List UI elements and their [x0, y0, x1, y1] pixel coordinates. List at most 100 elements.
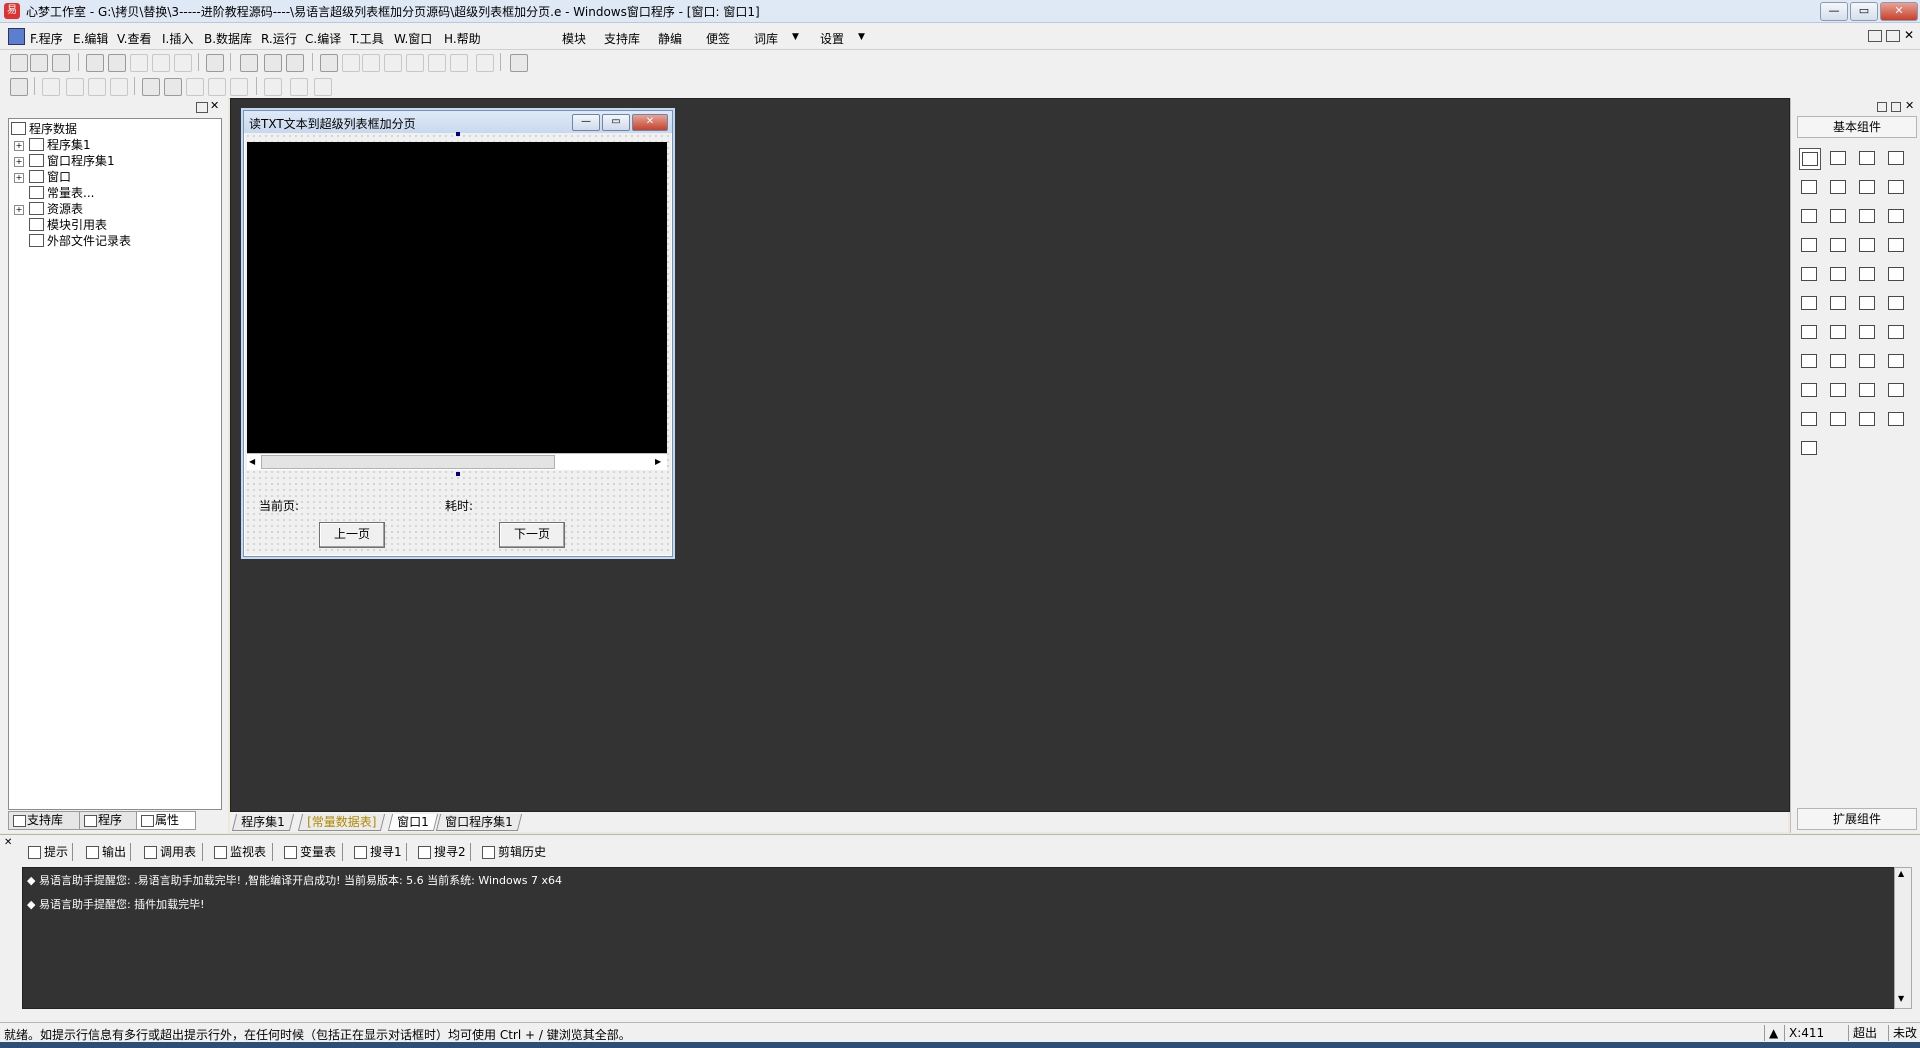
menu-window[interactable]: W.窗口: [394, 30, 432, 47]
tree-item-constants[interactable]: 常量表...: [29, 185, 94, 201]
tree-item-assembly[interactable]: 程序集1: [29, 137, 91, 153]
tree-item-external-files[interactable]: 外部文件记录表: [29, 233, 131, 249]
shape-icon[interactable]: [1886, 148, 1906, 168]
align-left-icon[interactable]: [42, 78, 60, 96]
redo-icon[interactable]: [152, 54, 170, 72]
scroll-icon[interactable]: [1886, 235, 1906, 255]
db-a-icon[interactable]: [1799, 409, 1819, 429]
form-title-bar[interactable]: 读TXT文本到超级列表框加分页 — ▭ ✕: [244, 111, 672, 133]
tab-window1[interactable]: 窗口1: [387, 814, 438, 831]
calendar-icon[interactable]: [1799, 293, 1819, 313]
align-top-icon[interactable]: [88, 78, 106, 96]
edit-box-icon[interactable]: [1799, 177, 1819, 197]
menu-settings[interactable]: 设置: [820, 30, 844, 47]
resize-handle[interactable]: [456, 132, 460, 136]
layout-icon[interactable]: [1886, 380, 1906, 400]
close-button[interactable]: ✕: [1880, 2, 1918, 21]
listbox-icon[interactable]: [1857, 206, 1877, 226]
menu-icon[interactable]: [1857, 293, 1877, 313]
menu-database[interactable]: B.数据库: [204, 30, 252, 47]
net-a-icon[interactable]: [1857, 351, 1877, 371]
chevron-down-icon[interactable]: ▼: [792, 32, 799, 42]
combo-icon[interactable]: [1886, 206, 1906, 226]
chevron-down-icon[interactable]: ▼: [858, 32, 865, 42]
helper-icon[interactable]: [510, 54, 528, 72]
mdi-close-icon[interactable]: ✕: [1904, 28, 1914, 42]
same-size-icon[interactable]: [230, 78, 248, 96]
form-maximize-icon[interactable]: ▭: [602, 114, 630, 131]
run-icon[interactable]: [320, 54, 338, 72]
step-out-icon[interactable]: [428, 54, 446, 72]
new-file-icon[interactable]: [10, 54, 28, 72]
menu-module[interactable]: 模块: [562, 30, 586, 47]
tab-watch[interactable]: 监视表: [210, 843, 273, 861]
undo-icon[interactable]: [174, 54, 192, 72]
picture-icon[interactable]: [1857, 148, 1877, 168]
chart-icon[interactable]: [1857, 409, 1877, 429]
panel-restore-icon[interactable]: [1891, 102, 1901, 112]
image-list-icon[interactable]: [1799, 322, 1819, 342]
tab-tips[interactable]: 提示: [24, 843, 73, 861]
scroll-up-icon[interactable]: ▲: [1898, 869, 1904, 878]
minimize-button[interactable]: —: [1820, 2, 1848, 21]
grid-icon[interactable]: [1799, 235, 1819, 255]
menu-view[interactable]: V.查看: [117, 30, 151, 47]
tab-program[interactable]: 程序: [79, 811, 139, 830]
panel-pin-icon[interactable]: [1877, 102, 1887, 112]
extended-components-header[interactable]: 扩展组件: [1797, 808, 1917, 830]
slider-icon[interactable]: [1857, 235, 1877, 255]
scroll-thumb[interactable]: [261, 455, 555, 469]
panel-close-icon[interactable]: ✕: [210, 99, 219, 112]
form-body[interactable]: ◀ ▶ 当前页: 耗时: 上一页 下一页: [245, 132, 671, 555]
form-window[interactable]: 读TXT文本到超级列表框加分页 — ▭ ✕ ◀ ▶ 当前页: 耗时: 上一页 下…: [243, 110, 673, 557]
space-v-icon[interactable]: [290, 78, 308, 96]
panel-close-icon[interactable]: ✕: [1905, 99, 1914, 112]
form-close-icon[interactable]: ✕: [632, 114, 668, 131]
net-c-icon[interactable]: [1799, 380, 1819, 400]
maximize-button[interactable]: ▭: [1850, 2, 1878, 21]
tree-root[interactable]: 程序数据: [11, 121, 77, 137]
group-icon[interactable]: [1828, 177, 1848, 197]
center-v-icon[interactable]: [164, 78, 182, 96]
expand-icon[interactable]: +: [14, 157, 24, 167]
grid-icon[interactable]: [10, 78, 28, 96]
menu-program[interactable]: F.程序: [30, 30, 63, 47]
progress-icon[interactable]: [1828, 235, 1848, 255]
tree-item-window[interactable]: 窗口: [29, 169, 71, 185]
find-icon[interactable]: [206, 54, 224, 72]
db-b-icon[interactable]: [1828, 409, 1848, 429]
next-page-button[interactable]: 下一页: [499, 522, 565, 548]
menu-tools[interactable]: T.工具: [350, 30, 384, 47]
copy-icon[interactable]: [108, 54, 126, 72]
tab-constants[interactable]: [常量数据表]: [297, 814, 386, 831]
panel-icon[interactable]: [1857, 380, 1877, 400]
output-text-area[interactable]: ◆ 易语言助手提醒您: .易语言助手加载完毕! ,智能编译开启成功! 当前易版本…: [22, 867, 1896, 1009]
expand-icon[interactable]: +: [14, 141, 24, 151]
tab-output[interactable]: 输出: [82, 843, 131, 861]
net-b-icon[interactable]: [1886, 351, 1906, 371]
tab-variables[interactable]: 变量表: [280, 843, 343, 861]
tab-properties[interactable]: 属性: [136, 811, 196, 830]
label-icon[interactable]: [1828, 148, 1848, 168]
prev-page-button[interactable]: 上一页: [319, 522, 385, 548]
port-icon[interactable]: [1828, 351, 1848, 371]
scroll-down-icon[interactable]: ▼: [1898, 994, 1904, 1003]
menu-help[interactable]: H.帮助: [444, 30, 481, 47]
printer-icon[interactable]: [1828, 322, 1848, 342]
space-both-icon[interactable]: [314, 78, 332, 96]
run-to-cursor-icon[interactable]: [450, 54, 468, 72]
form-minimize-icon[interactable]: —: [572, 114, 600, 131]
tab-call-stack[interactable]: 调用表: [140, 843, 203, 861]
menu-edit[interactable]: E.编辑: [73, 30, 108, 47]
step-over-icon[interactable]: [406, 54, 424, 72]
horizontal-scrollbar[interactable]: ◀ ▶: [247, 453, 667, 470]
trackbar-icon[interactable]: [1857, 322, 1877, 342]
frame-icon[interactable]: [1886, 264, 1906, 284]
expand-icon[interactable]: +: [14, 173, 24, 183]
tab-clip-history[interactable]: 剪辑历史: [478, 843, 554, 861]
menu-compile[interactable]: C.编译: [305, 30, 341, 47]
tab-search1[interactable]: 搜寻1: [350, 843, 407, 861]
layout-icon[interactable]: [286, 54, 304, 72]
pointer-icon[interactable]: [1799, 148, 1821, 170]
odbc-data-icon[interactable]: [1799, 438, 1819, 458]
